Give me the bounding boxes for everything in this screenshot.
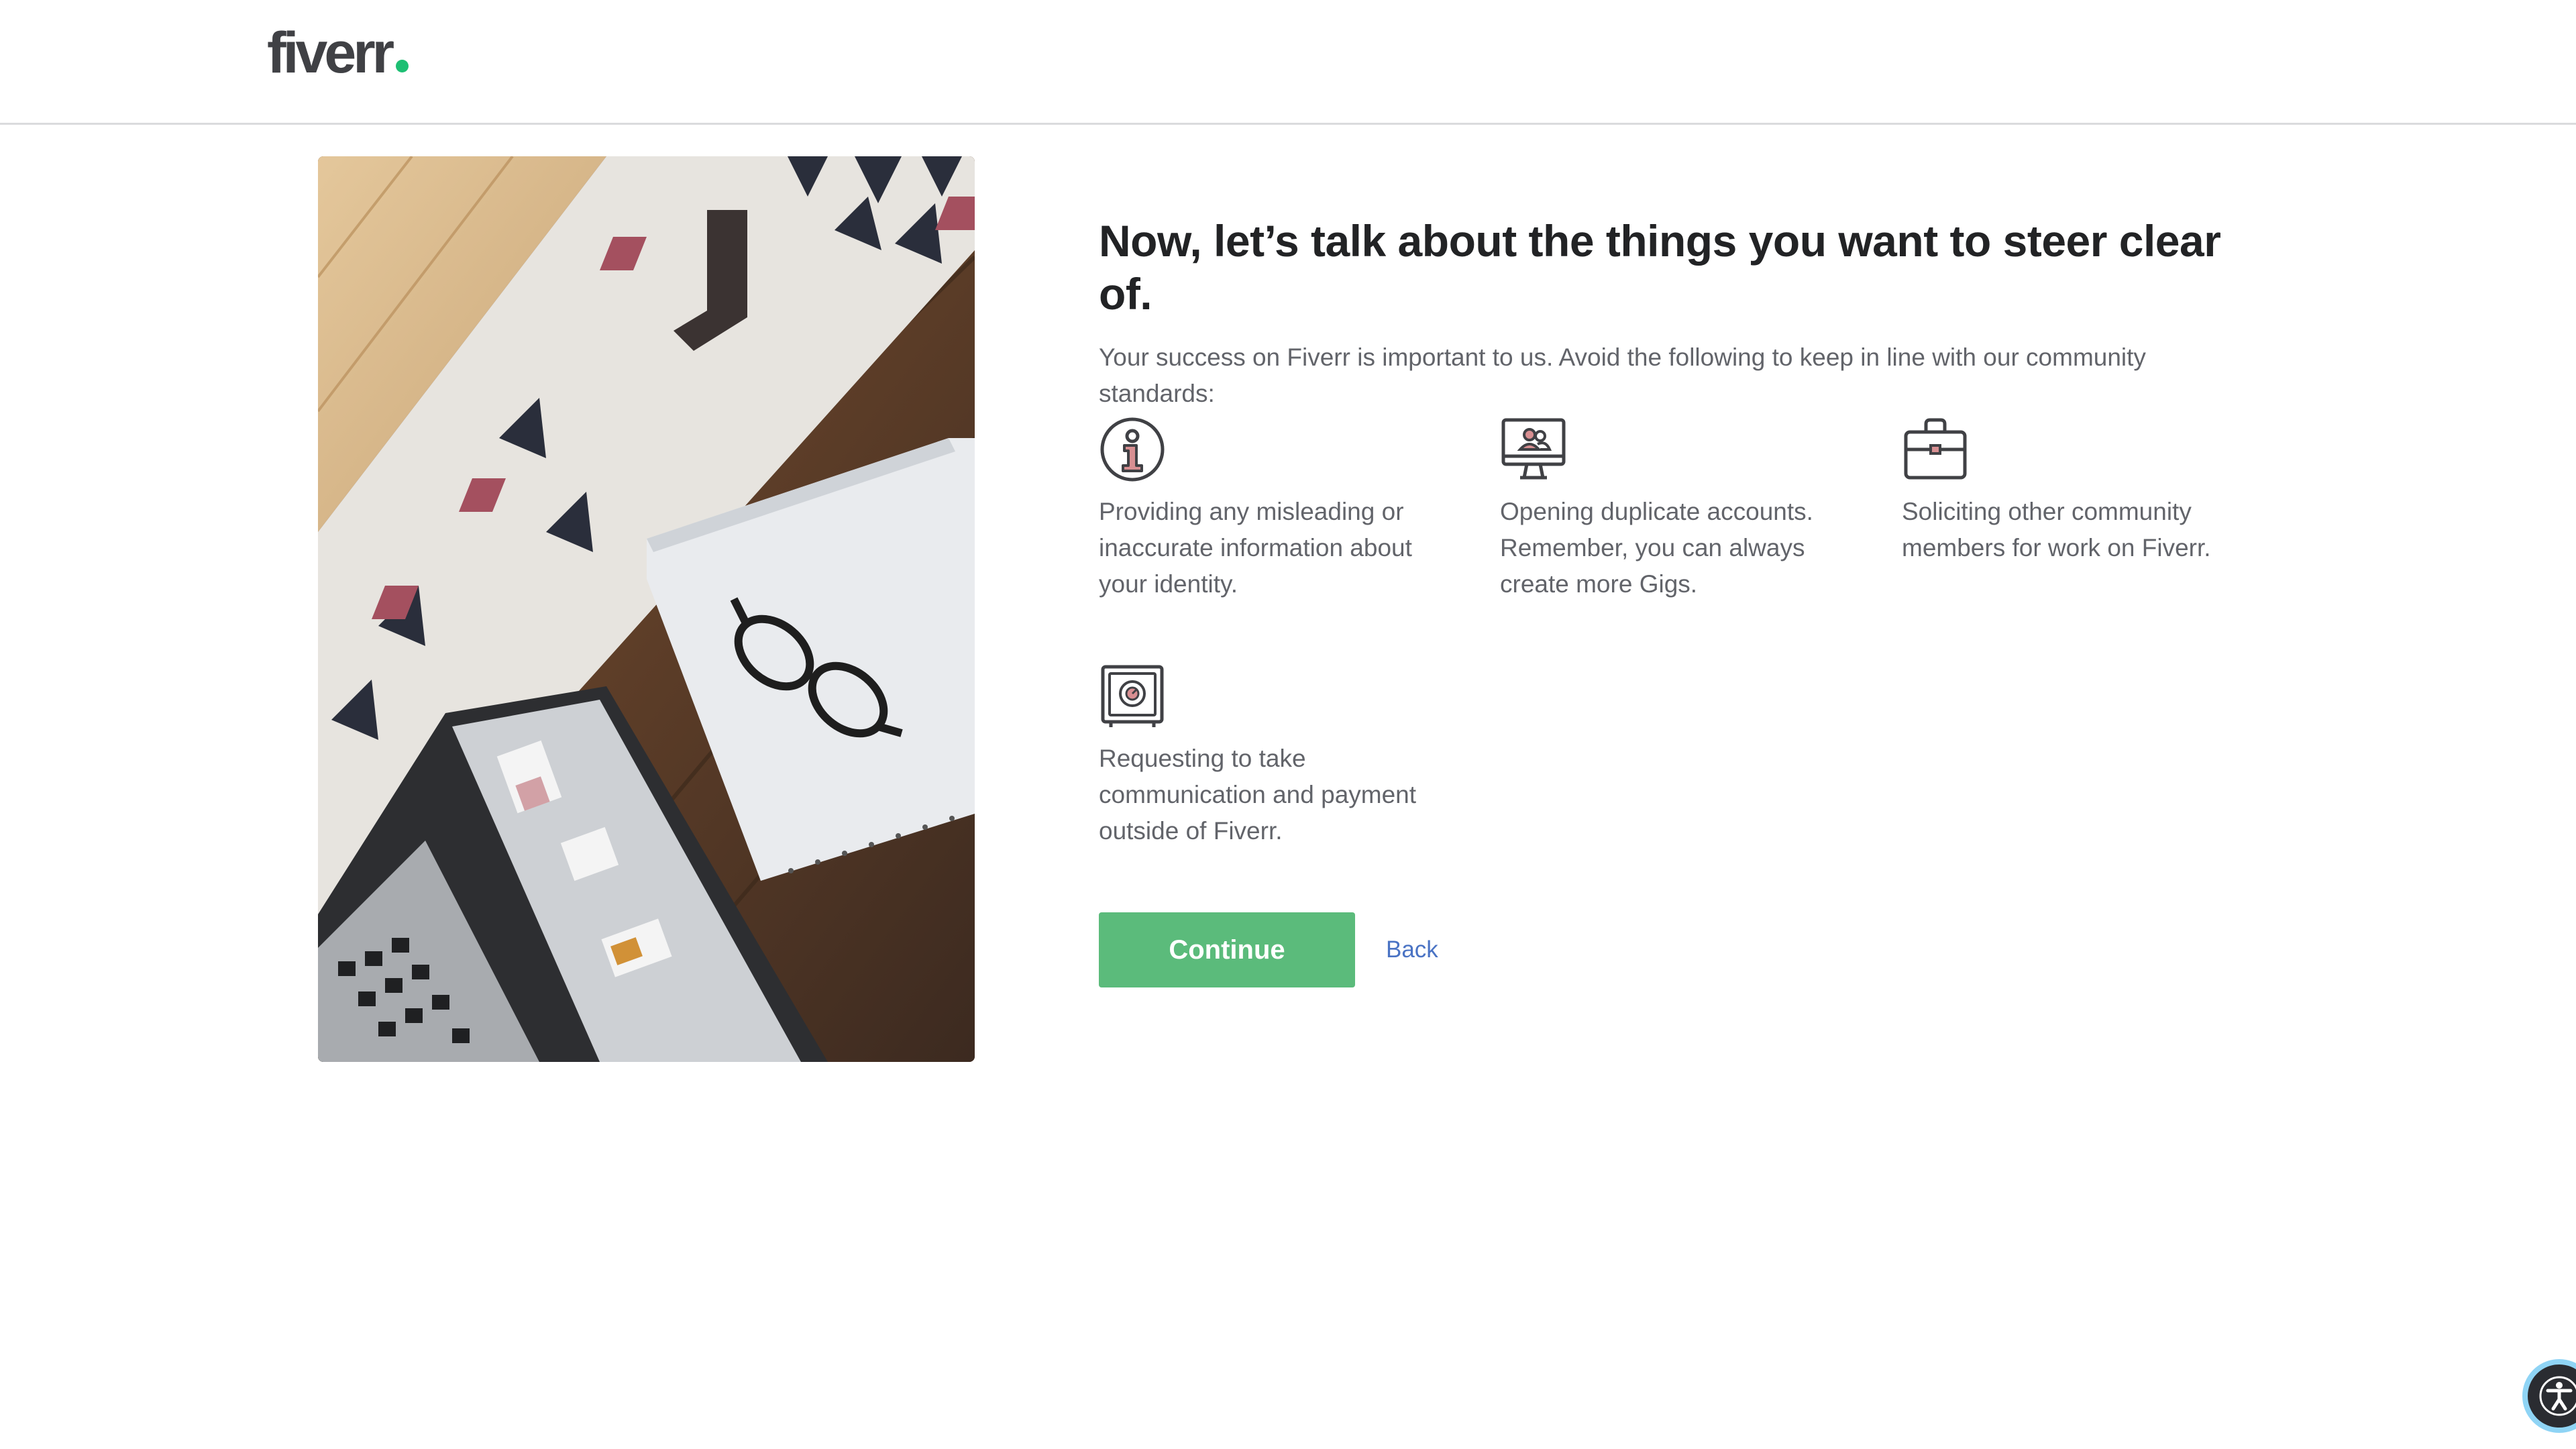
logo-dot <box>396 60 409 72</box>
avoid-item-duplicate-accounts: Opening duplicate accounts. Remember, yo… <box>1500 416 1862 602</box>
continue-button[interactable]: Continue <box>1099 912 1355 987</box>
top-header: fiverr <box>0 0 2576 125</box>
main-content: Now, let’s talk about the things you wan… <box>1099 215 2279 987</box>
info-icon <box>1100 417 1165 482</box>
page-subtitle: Your success on Fiverr is important to u… <box>1099 343 2146 408</box>
logo-text: fiverr <box>267 21 394 85</box>
page-title: Now, let’s talk about the things you wan… <box>1099 216 2221 319</box>
accessibility-icon <box>2539 1376 2576 1416</box>
avoid-item-text: Opening duplicate accounts. Remember, yo… <box>1500 498 1813 598</box>
avoid-item-misleading-info: Providing any misleading or inaccurate i… <box>1099 416 1461 602</box>
avoid-item-off-platform: Requesting to take communication and pay… <box>1099 663 1461 849</box>
accessibility-button[interactable] <box>2522 1359 2576 1433</box>
briefcase-icon <box>1904 418 1967 480</box>
avoid-item-text: Requesting to take communication and pay… <box>1099 745 1417 845</box>
avoid-list: Providing any misleading or inaccurate i… <box>1099 416 2279 859</box>
fiverr-logo[interactable]: fiverr <box>267 24 409 82</box>
onboarding-photo <box>318 156 975 1062</box>
avoid-item-text: Providing any misleading or inaccurate i… <box>1099 498 1412 598</box>
avoid-item-soliciting: Soliciting other community members for w… <box>1902 416 2264 566</box>
safe-icon <box>1101 665 1164 727</box>
monitor-user-icon <box>1501 418 1566 480</box>
avoid-item-text: Soliciting other community members for w… <box>1902 498 2211 561</box>
back-link[interactable]: Back <box>1386 936 1438 963</box>
